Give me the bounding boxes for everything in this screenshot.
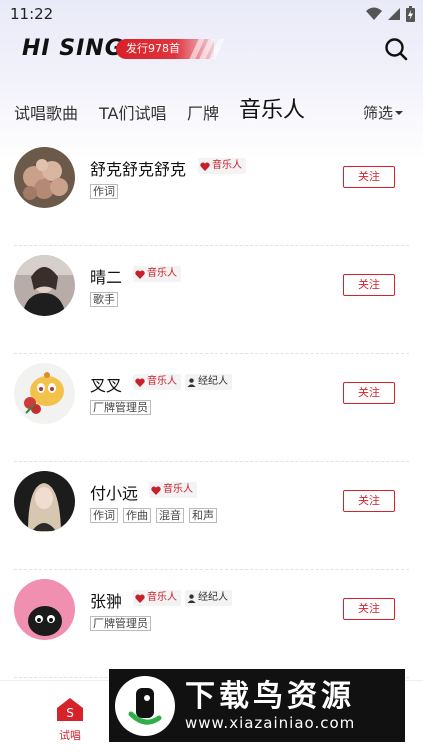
watermark-overlay: 下载鸟资源 www.xiazainiao.com [109, 669, 405, 742]
list-item[interactable]: 付小远 音乐人 作词 作曲 混音 和声 关注 [0, 462, 423, 570]
signal-icon [388, 8, 400, 20]
heart-icon [200, 162, 210, 171]
avatar[interactable] [14, 255, 75, 316]
follow-button[interactable]: 关注 [343, 490, 395, 512]
search-icon[interactable] [383, 36, 409, 62]
musician-badge: 音乐人 [149, 482, 197, 498]
tab-musicians[interactable]: 音乐人 [239, 92, 305, 124]
bird-logo-icon [128, 687, 162, 725]
agent-badge: 经纪人 [185, 590, 232, 606]
heart-icon [151, 486, 161, 495]
musician-badge-label: 音乐人 [147, 592, 177, 603]
agent-badge-label: 经纪人 [198, 376, 228, 387]
role-tag: 厂牌管理员 [90, 400, 151, 415]
app-logo: HI SING [22, 36, 124, 61]
musician-badge-label: 音乐人 [147, 268, 177, 279]
caret-down-icon [395, 110, 403, 115]
nav-trial-tab[interactable]: S 试唱 [54, 697, 86, 743]
person-icon [187, 377, 196, 387]
role-tag: 厂牌管理员 [90, 616, 151, 631]
release-count-label: 发行978首 [126, 42, 180, 55]
role-tags: 作词 作曲 混音 和声 [90, 508, 217, 523]
avatar[interactable] [14, 579, 75, 640]
musician-badge-label: 音乐人 [212, 160, 242, 171]
musician-badge-label: 音乐人 [163, 484, 193, 495]
musician-badge: 音乐人 [133, 374, 181, 390]
follow-button[interactable]: 关注 [343, 382, 395, 404]
category-tabs: 试唱歌曲 TA们试唱 厂牌 音乐人 筛选 [0, 92, 423, 128]
tab-their-trials[interactable]: TA们试唱 [99, 100, 166, 124]
wifi-icon [366, 7, 382, 20]
heart-icon [135, 378, 145, 387]
avatar[interactable] [14, 471, 75, 532]
musician-list: 舒克舒克舒克 音乐人 作词 关注 晴二 音乐人 歌手 关注 叉叉 音乐人 经纪人… [0, 138, 423, 678]
svg-text:S: S [66, 706, 74, 720]
musician-badge-label: 音乐人 [147, 376, 177, 387]
status-time: 11:22 [10, 5, 54, 23]
watermark-title: 下载鸟资源 [185, 678, 355, 714]
tab-labels[interactable]: 厂牌 [187, 100, 219, 124]
musician-badge: 音乐人 [198, 158, 246, 174]
release-count-badge[interactable]: 发行978首 [116, 39, 225, 59]
musician-name: 舒克舒克舒克 [90, 160, 187, 179]
list-item[interactable]: 叉叉 音乐人 经纪人 厂牌管理员 关注 [0, 354, 423, 462]
musician-name: 叉叉 [90, 376, 123, 395]
role-tags: 歌手 [90, 292, 118, 307]
role-tag: 作曲 [123, 508, 151, 523]
follow-button[interactable]: 关注 [343, 598, 395, 620]
status-bar: 11:22 [0, 0, 423, 28]
home-s-icon: S [57, 698, 83, 721]
watermark-logo [115, 675, 175, 736]
filter-button[interactable]: 筛选 [363, 102, 403, 123]
follow-button[interactable]: 关注 [343, 274, 395, 296]
role-tags: 作词 [90, 184, 118, 199]
list-item[interactable]: 舒克舒克舒克 音乐人 作词 关注 [0, 138, 423, 246]
nav-trial-label: 试唱 [59, 729, 81, 742]
role-tag: 混音 [156, 508, 184, 523]
list-item[interactable]: 晴二 音乐人 歌手 关注 [0, 246, 423, 354]
watermark-text: 下载鸟资源 www.xiazainiao.com [185, 678, 356, 732]
avatar[interactable] [14, 363, 75, 424]
follow-button[interactable]: 关注 [343, 166, 395, 188]
tab-trial-songs[interactable]: 试唱歌曲 [14, 100, 78, 124]
heart-icon [135, 270, 145, 279]
watermark-url: www.xiazainiao.com [185, 713, 356, 732]
role-tags: 厂牌管理员 [90, 616, 151, 631]
role-tags: 厂牌管理员 [90, 400, 151, 415]
agent-badge: 经纪人 [185, 374, 232, 390]
musician-name: 付小远 [90, 484, 139, 503]
musician-badge: 音乐人 [133, 266, 181, 282]
role-tag: 作词 [90, 508, 118, 523]
role-tag: 作词 [90, 184, 118, 199]
musician-name: 张翀 [90, 592, 123, 611]
status-icons [366, 6, 415, 22]
app-header: HI SING 发行978首 [0, 30, 423, 70]
role-tag: 和声 [189, 508, 217, 523]
musician-badge: 音乐人 [133, 590, 181, 606]
filter-label: 筛选 [362, 104, 393, 122]
avatar[interactable] [14, 147, 75, 208]
musician-name: 晴二 [90, 268, 123, 287]
battery-icon [406, 6, 415, 22]
heart-icon [135, 594, 145, 603]
agent-badge-label: 经纪人 [198, 592, 228, 603]
person-icon [187, 593, 196, 603]
role-tag: 歌手 [90, 292, 118, 307]
list-item[interactable]: 张翀 音乐人 经纪人 厂牌管理员 关注 [0, 570, 423, 678]
